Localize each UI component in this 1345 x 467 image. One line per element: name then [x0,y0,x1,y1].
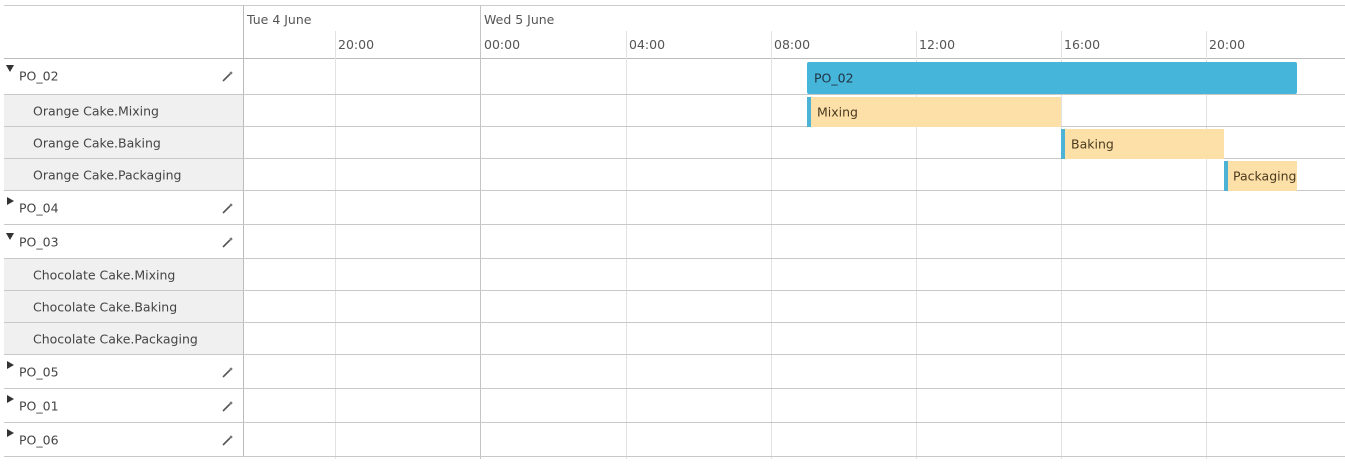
task-row[interactable]: PO_03 [4,225,1345,259]
bar-label: Mixing [817,104,858,120]
row-label-cell: Orange Cake.Baking [4,127,244,158]
row-label-cell: PO_06 [4,423,244,456]
row-label: Orange Cake.Packaging [33,167,182,182]
task-row[interactable]: PO_04 [4,191,1345,225]
hour-label: 12:00 [919,37,956,52]
row-label: Chocolate Cake.Baking [33,299,178,314]
row-label: PO_03 [19,234,59,249]
task-row[interactable]: PO_01 [4,389,1345,423]
bar-label: Baking [1071,136,1114,152]
task-bar[interactable]: Mixing [807,97,1061,127]
row-label-cell: PO_01 [4,389,244,422]
task-bar[interactable]: Baking [1061,129,1224,159]
row-label: PO_06 [19,432,59,447]
row-label-cell: Chocolate Cake.Packaging [4,323,244,354]
row-label-cell: PO_05 [4,355,244,388]
day-label: Wed 5 June [484,12,555,27]
row-label-cell: PO_02 [4,57,244,94]
row-label: Orange Cake.Baking [33,135,161,150]
expand-toggle-icon[interactable] [7,197,14,205]
summary-bar[interactable]: PO_02 [807,62,1297,94]
row-label-cell: Orange Cake.Packaging [4,159,244,190]
magic-wand-icon[interactable] [222,70,234,82]
row-label-cell: PO_04 [4,191,244,224]
row-label: PO_01 [19,398,59,413]
row-label: Chocolate Cake.Mixing [33,267,176,282]
row-label-cell: Orange Cake.Mixing [4,95,244,126]
hour-label: 08:00 [774,37,811,52]
task-row[interactable]: Orange Cake.Mixing [4,95,1345,127]
expand-toggle-icon[interactable] [6,65,14,72]
row-label: Orange Cake.Mixing [33,103,159,118]
task-row[interactable]: Orange Cake.Packaging [4,159,1345,191]
task-bar[interactable]: Packaging [1224,161,1297,191]
row-label-cell: Chocolate Cake.Mixing [4,259,244,290]
task-row[interactable]: PO_05 [4,355,1345,389]
magic-wand-icon[interactable] [222,202,234,214]
magic-wand-icon[interactable] [222,236,234,248]
task-row[interactable]: PO_06 [4,423,1345,457]
task-row[interactable]: Chocolate Cake.Packaging [4,323,1345,355]
expand-toggle-icon[interactable] [7,395,14,403]
expand-toggle-icon[interactable] [7,429,14,437]
bar-label: PO_02 [814,70,854,86]
hour-label: 16:00 [1064,37,1101,52]
magic-wand-icon[interactable] [222,400,234,412]
magic-wand-icon[interactable] [222,434,234,446]
grid-header [4,5,244,59]
bar-label: Packaging [1233,168,1297,184]
hour-label: 20:00 [1209,37,1246,52]
hour-label: 00:00 [484,37,521,52]
day-label: Tue 4 June [247,12,312,27]
row-label: PO_02 [19,68,59,83]
expand-toggle-icon[interactable] [7,361,14,369]
magic-wand-icon[interactable] [222,366,234,378]
expand-toggle-icon[interactable] [6,233,14,240]
timeline-header: Tue 4 June Wed 5 June 20:00 00:00 04:00 … [244,5,1345,59]
row-label: PO_04 [19,200,59,215]
task-row[interactable]: Chocolate Cake.Baking [4,291,1345,323]
row-label-cell: PO_03 [4,225,244,258]
row-label: PO_05 [19,364,59,379]
task-row[interactable]: Chocolate Cake.Mixing [4,259,1345,291]
gantt-chart: Tue 4 June Wed 5 June 20:00 00:00 04:00 … [4,5,1345,459]
cropped-top-text: ··· [0,0,480,3]
row-label-cell: Chocolate Cake.Baking [4,291,244,322]
hour-label: 20:00 [338,37,375,52]
row-label: Chocolate Cake.Packaging [33,331,198,346]
hour-label: 04:00 [629,37,666,52]
